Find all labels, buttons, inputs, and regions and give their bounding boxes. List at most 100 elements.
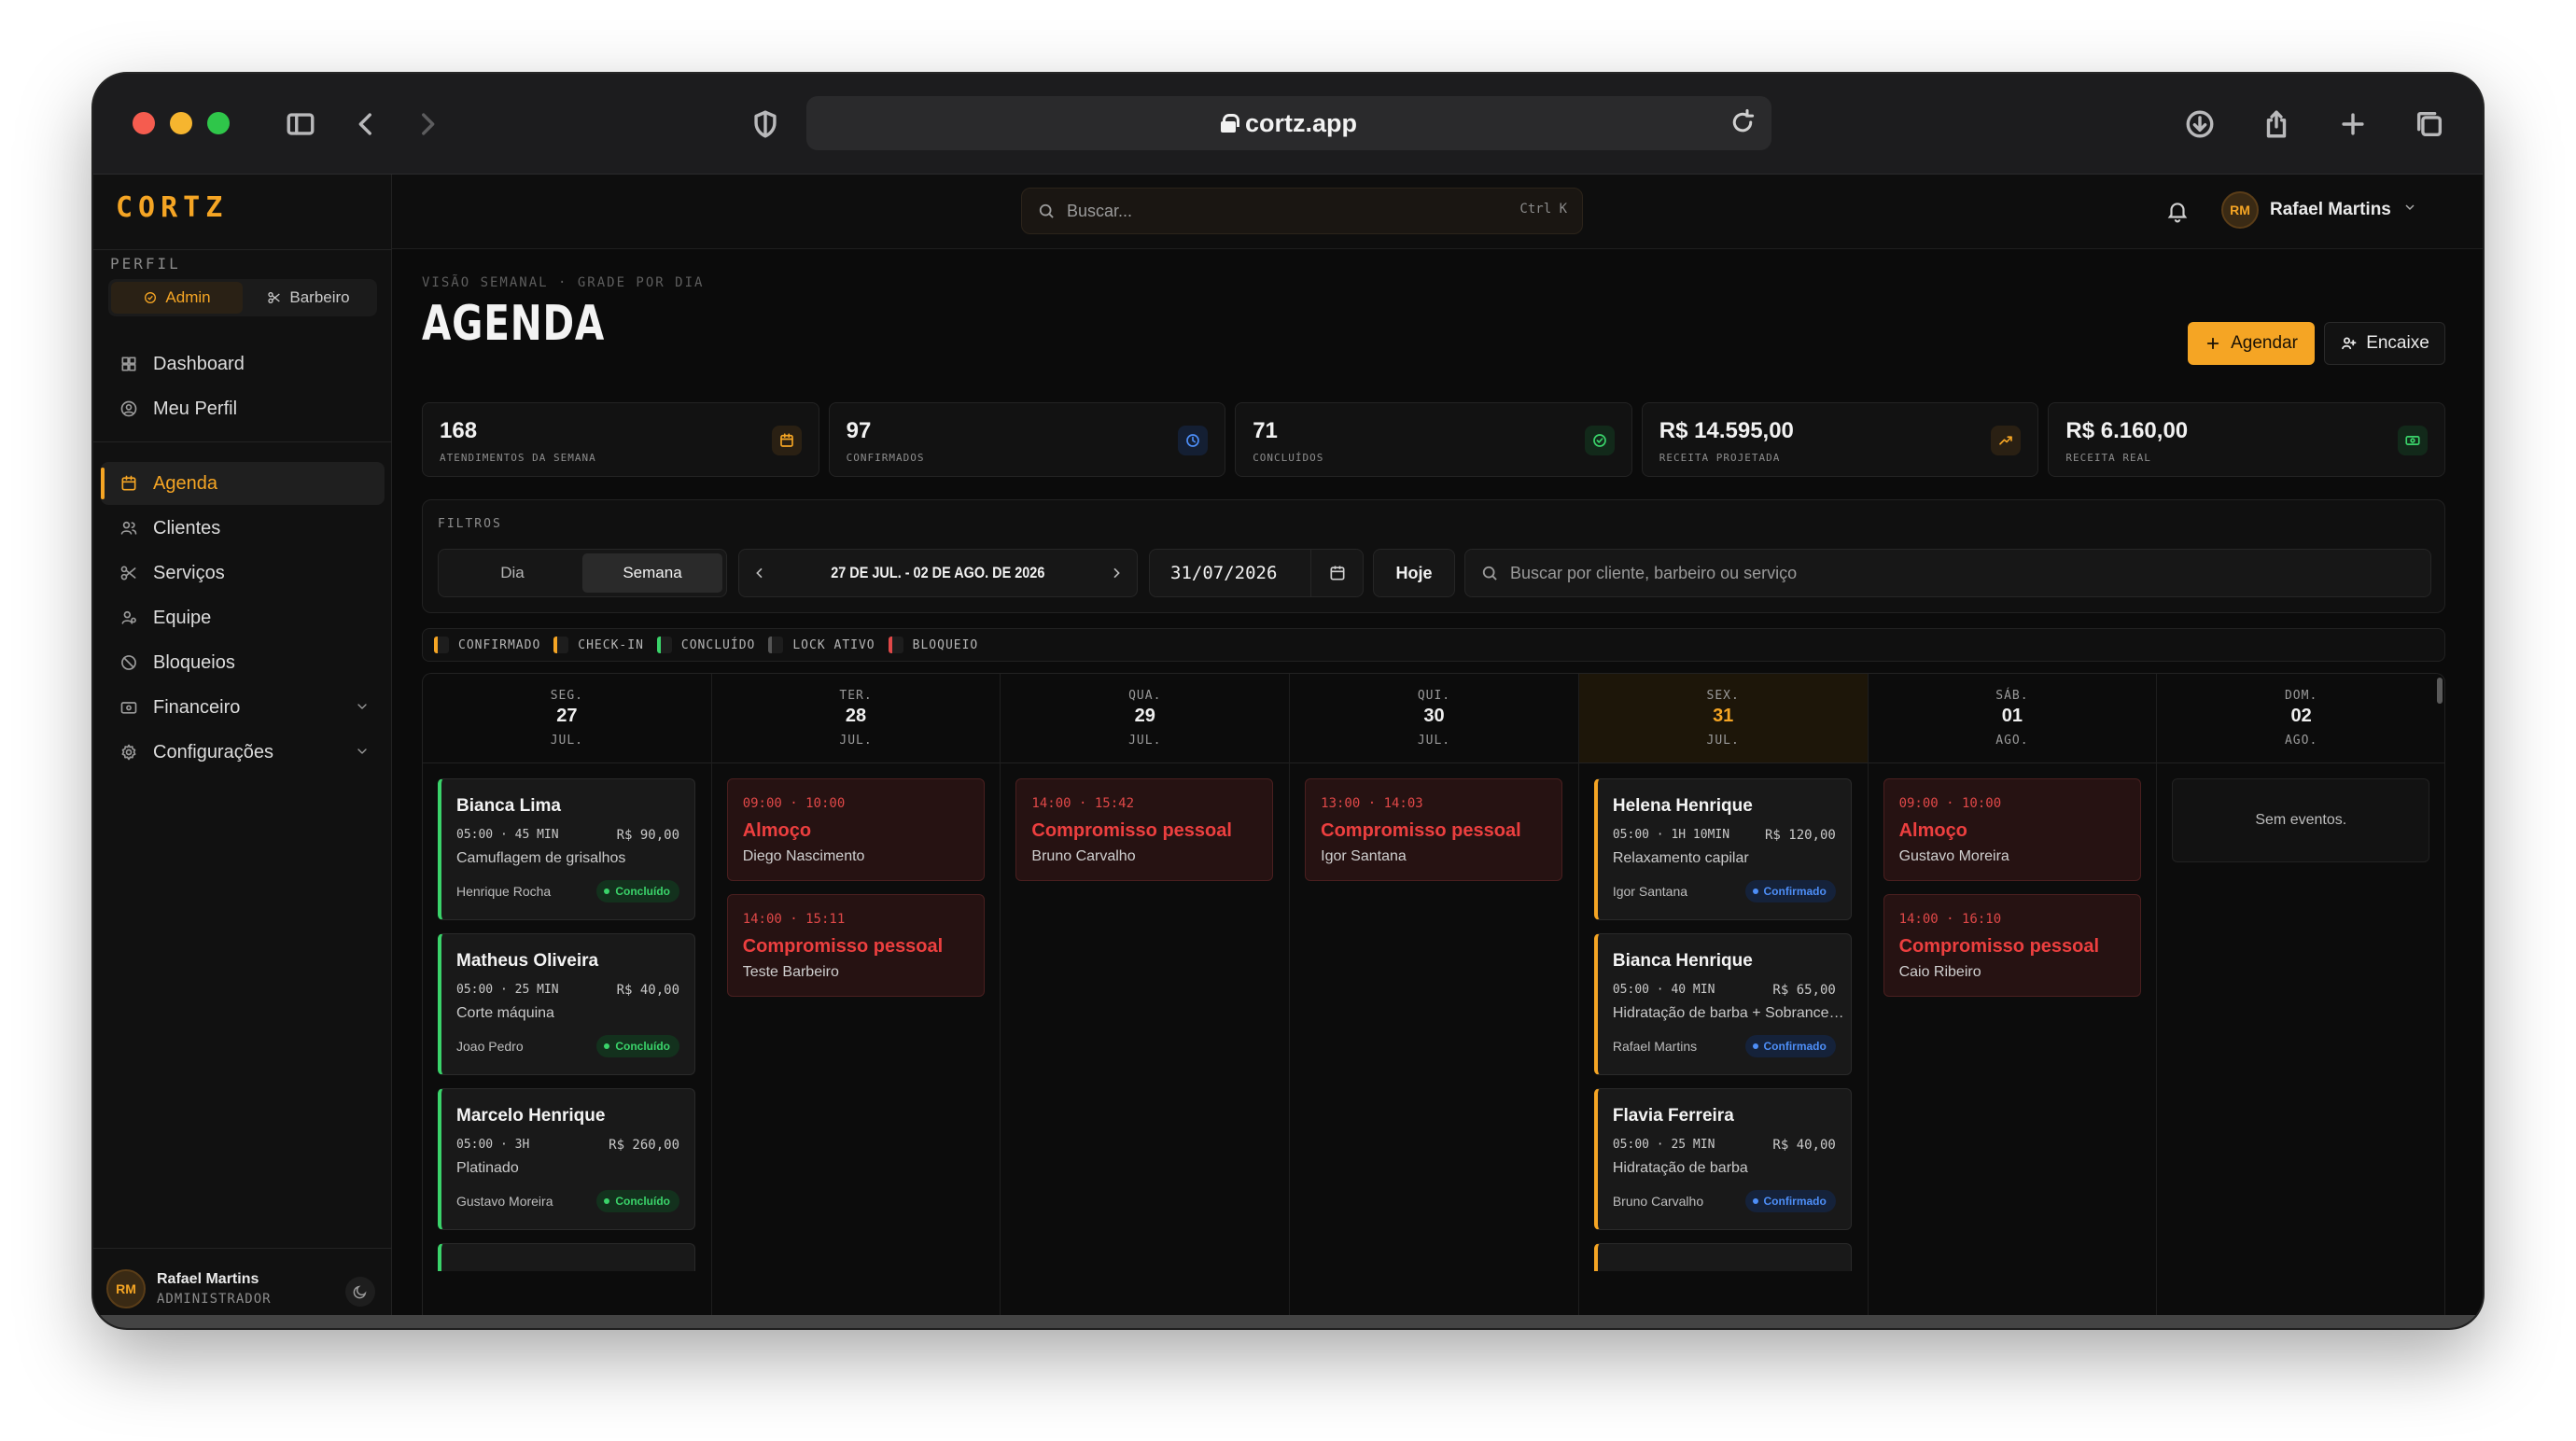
sidebar-item-financeiro[interactable]: Financeiro [101,686,385,729]
legend-swatch [434,637,449,653]
status-badge: Confirmado [1744,1035,1836,1057]
appointment-card[interactable]: Flavia Ferreira 05:00 · 25 MIN R$ 40,00 Hid… [1593,1088,1852,1230]
view-day-tab[interactable]: Dia [442,553,582,593]
moon-icon [353,1285,367,1299]
appointment-card[interactable]: Marcelo Henrique 05:00 · 3H R$ 260,00 Plati… [438,1088,695,1230]
notifications-bell-icon[interactable] [2165,199,2190,228]
new-tab-icon[interactable] [2332,104,2373,145]
day-header[interactable]: DOM. 02 AGO. [2157,674,2444,763]
block-barber: Caio Ribeiro [1898,964,1981,980]
minimize-window-button[interactable] [170,112,192,134]
day-column: QUI. 30 JUL. 13:00 · 14:03 Compromisso pesso… [1290,674,1579,1328]
legend-swatch [656,637,672,653]
calendar-icon [771,426,802,455]
back-icon[interactable] [345,104,386,145]
day-header[interactable]: SÁB. 01 AGO. [1868,674,2157,763]
appointment-card[interactable] [438,1243,695,1271]
tabs-overview-icon[interactable] [2409,104,2450,145]
sidebar-item-servicos[interactable]: Serviços [101,552,385,595]
chevron-left-icon[interactable] [752,566,767,581]
block-barber: Bruno Carvalho [1031,848,1136,864]
week-grid: SEG. 27 JUL. Bianca Lima 05:00 · 45 MIN R$ 90… [422,673,2445,1328]
schedule-button[interactable]: Agendar [2188,322,2315,365]
status-badge: Concluído [596,1035,679,1057]
sidebar-item-configuracoes[interactable]: Configurações [101,731,385,774]
maximize-window-button[interactable] [207,112,230,134]
day-column: SEX. 31 JUL. Helena Henrique 05:00 · 1H 10MI… [1578,674,1869,1328]
sidebar-user-name: Rafael Martins [157,1271,259,1287]
role-admin-button[interactable]: Admin [111,282,243,314]
forward-icon[interactable] [407,104,448,145]
legend-label: CONFIRMADO [458,637,541,652]
shield-icon [145,292,157,303]
client-name: Matheus Oliveira [456,951,599,971]
block-card[interactable]: 09:00 · 10:00 Almoço Diego Nascimento [726,778,985,881]
global-search-input[interactable]: Buscar... Ctrl K [1021,188,1583,234]
barber-name: Henrique Rocha [456,884,552,899]
stat-card: 97 CONFIRMADOS [828,402,1226,477]
legend-label: BLOQUEIO [912,637,979,652]
download-icon[interactable] [2179,104,2220,145]
block-card[interactable]: 14:00 · 15:42 Compromisso pessoal Bruno Ca… [1015,778,1274,881]
block-title: Almoço [742,820,812,841]
block-card[interactable]: 09:00 · 10:00 Almoço Gustavo Moreira [1883,778,2141,881]
schedule-button-label: Agendar [2231,333,2298,353]
chevron-right-icon[interactable] [1109,566,1124,581]
gear-icon [121,744,136,761]
address-bar[interactable]: cortz.app [806,96,1771,150]
appointment-price: R$ 120,00 [1764,828,1836,843]
close-window-button[interactable] [133,112,155,134]
day-header[interactable]: SEG. 27 JUL. [423,674,711,763]
sidebar-item-bloqueios[interactable]: Bloqueios [101,641,385,684]
sidebar-item-meu-perfil[interactable]: Meu Perfil [101,387,385,430]
status-badge: Confirmado [1744,880,1836,902]
block-time: 09:00 · 10:00 [1898,796,2002,811]
day-header[interactable]: QUA. 29 JUL. [1001,674,1290,763]
chevron-down-icon [2402,200,2417,220]
role-barber-button[interactable]: Barbeiro [243,282,374,314]
appointment-card[interactable]: Matheus Oliveira 05:00 · 25 MIN R$ 40,00 Co… [438,933,695,1075]
reload-icon[interactable] [1729,108,1757,143]
calendar-picker-button[interactable] [1310,550,1363,596]
week-range-label: 27 DE JUL. - 02 DE AGO. DE 2026 [831,564,1045,581]
service-name: Corte máquina [456,1005,554,1021]
user-menu[interactable]: RM Rafael Martins [2221,191,2417,229]
today-button[interactable]: Hoje [1373,549,1455,597]
brand-logo[interactable]: CORTZ [116,191,228,224]
share-icon[interactable] [2256,104,2297,145]
block-time: 09:00 · 10:00 [742,796,846,811]
appointment-card[interactable]: Bianca Lima 05:00 · 45 MIN R$ 90,00 Camufla… [438,778,695,920]
day-header[interactable]: SEX. 31 JUL. [1578,674,1868,763]
day-header[interactable]: TER. 28 JUL. [711,674,1001,763]
block-card[interactable]: 14:00 · 15:11 Compromisso pessoal Teste Ba… [726,894,985,997]
appointment-card[interactable] [1593,1243,1852,1271]
sidebar-toggle-icon[interactable] [280,104,321,145]
day-header[interactable]: QUI. 30 JUL. [1290,674,1578,763]
check-circle-icon [1584,426,1615,455]
block-card[interactable]: 14:00 · 16:10 Compromisso pessoal Caio Rib… [1883,894,2141,997]
sidebar-item-equipe[interactable]: Equipe [101,596,385,639]
theme-toggle-button[interactable] [345,1277,375,1307]
chevron-down-icon [357,748,367,754]
walk-in-button[interactable]: Encaixe [2324,322,2445,365]
view-week-tab[interactable]: Semana [582,553,722,593]
sidebar-item-dashboard[interactable]: Dashboard [101,343,385,385]
appointment-card[interactable]: Bianca Henrique 05:00 · 40 MIN R$ 65,00 Hid… [1593,933,1852,1075]
sidebar-item-agenda[interactable]: Agenda [101,462,385,505]
stat-value: 168 [440,418,478,443]
block-time: 14:00 · 15:42 [1031,796,1134,811]
legend-item: CONCLUÍDO [656,637,755,653]
day-column: SÁB. 01 AGO. 09:00 · 10:00 Almoço Gustavo Mor… [1868,674,2158,1328]
date-field[interactable]: 31/07/2026 [1149,549,1364,597]
sidebar-item-clientes[interactable]: Clientes [101,507,385,550]
day-number: 27 [556,706,578,726]
plus-icon [2206,337,2219,350]
appointment-card[interactable]: Helena Henrique 05:00 · 1H 10MIN R$ 120,00… [1593,778,1852,920]
shield-icon[interactable] [745,104,786,145]
sidebar: CORTZ PERFIL Admin Barbeiro Dashboard Me… [93,175,392,1328]
stat-card: 168 ATENDIMENTOS DA SEMANA [422,402,819,477]
block-barber: Teste Barbeiro [742,964,839,980]
block-card[interactable]: 13:00 · 14:03 Compromisso pessoal Igor San… [1305,778,1563,881]
agenda-search-input[interactable]: Buscar por cliente, barbeiro ou serviço [1464,549,2431,597]
week-range-navigator: 27 DE JUL. - 02 DE AGO. DE 2026 [738,549,1138,597]
